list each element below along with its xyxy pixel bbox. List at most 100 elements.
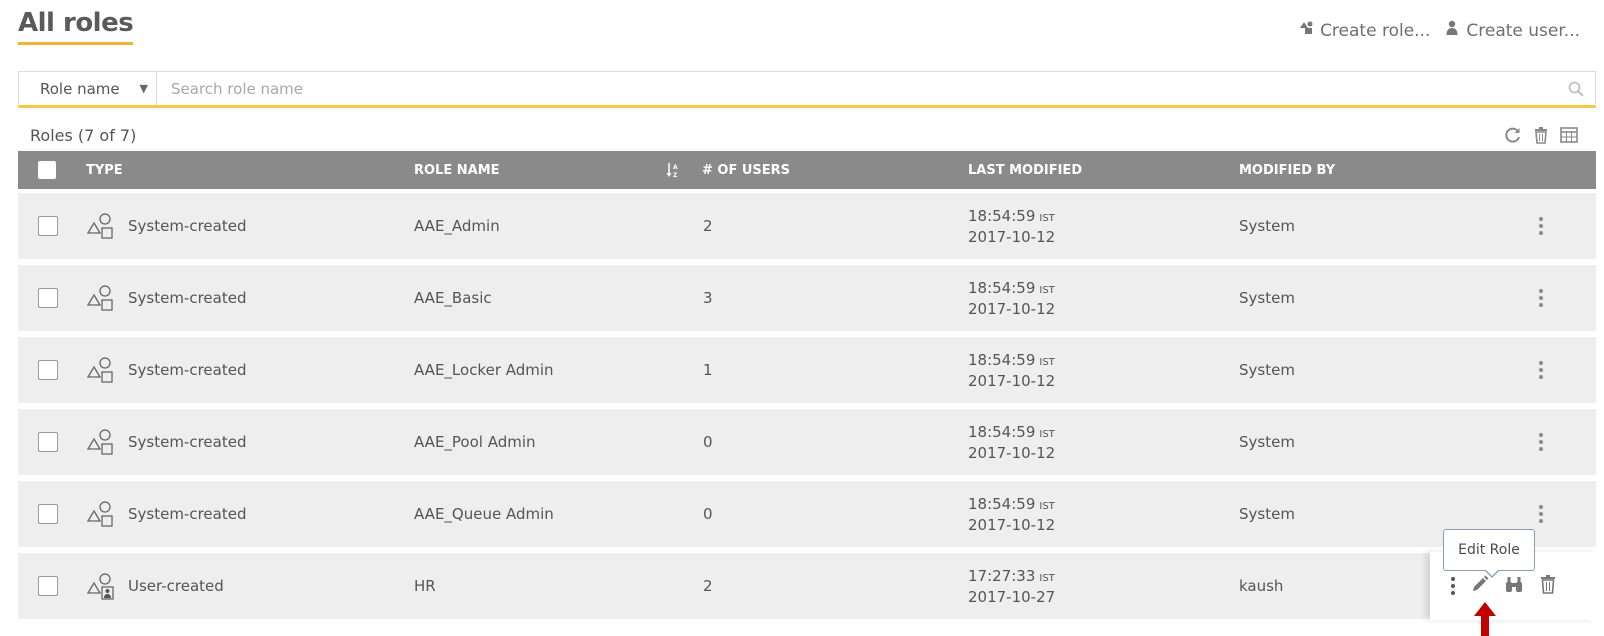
row-menu-icon[interactable] [1538,289,1544,307]
col-users[interactable]: # OF USERS [702,151,790,189]
create-user-link[interactable]: Create user... [1444,20,1580,41]
role-type: System-created [128,361,247,379]
modified-tz: IST [1039,428,1055,440]
col-type[interactable]: TYPE [86,151,123,189]
modified-time: 18:54:59 [968,206,1036,225]
last-modified: 18:54:59 IST 2017-10-12 [968,409,1055,475]
table-row[interactable]: System-created AAE_Pool Admin 0 18:54:59… [18,409,1596,475]
modified-time: 18:54:59 [968,494,1036,513]
modified-time: 18:54:59 [968,422,1036,441]
modified-by: System [1239,289,1295,307]
page-title: All roles [18,8,134,45]
user-count: 3 [703,289,713,307]
last-modified: 18:54:59 IST 2017-10-12 [968,265,1055,331]
refresh-icon[interactable] [1504,126,1522,144]
col-last-modified[interactable]: LAST MODIFIED [968,151,1082,189]
shapes-icon [86,193,116,259]
modified-tz: IST [1039,572,1055,584]
row-checkbox[interactable] [38,216,58,236]
table-header: TYPE ROLE NAME AZ # OF USERS LAST MODIFI… [18,151,1596,189]
row-menu-icon[interactable] [1538,217,1544,235]
role-name[interactable]: AAE_Pool Admin [414,409,536,475]
modified-tz: IST [1039,500,1055,512]
row-menu-icon[interactable] [1538,505,1544,523]
select-all-checkbox[interactable] [38,161,56,179]
modified-date: 2017-10-27 [968,587,1056,606]
search-icon[interactable] [1557,72,1595,105]
row-checkbox[interactable] [38,288,58,308]
role-type: System-created [128,217,247,235]
shapes-icon [86,265,116,331]
modified-tz: IST [1039,212,1055,224]
user-count: 0 [703,505,713,523]
last-modified: 18:54:59 IST 2017-10-12 [968,337,1055,403]
role-name[interactable]: AAE_Admin [414,193,500,259]
row-checkbox[interactable] [38,432,58,452]
role-type: User-created [128,577,224,595]
role-name[interactable]: AAE_Basic [414,265,492,331]
modified-by: System [1239,433,1295,451]
user-count: 0 [703,433,713,451]
table-row[interactable]: System-created AAE_Admin 2 18:54:59 IST 2… [18,193,1596,259]
roles-count: Roles (7 of 7) [30,126,137,145]
role-type: System-created [128,505,247,523]
svg-text:Z: Z [673,172,678,178]
roles-icon [1298,20,1314,41]
search-input[interactable] [157,72,1557,105]
search-bar: Role name ▼ [18,71,1596,108]
shapes-user-icon [86,553,116,619]
user-count: 2 [703,577,713,595]
role-name[interactable]: AAE_Queue Admin [414,481,554,547]
role-type: System-created [128,433,247,451]
modified-time: 18:54:59 [968,350,1036,369]
create-role-label: Create role... [1320,20,1431,41]
role-name[interactable]: AAE_Locker Admin [414,337,554,403]
modified-by: System [1239,217,1295,235]
row-menu-icon[interactable] [1538,433,1544,451]
last-modified: 18:54:59 IST 2017-10-12 [968,481,1055,547]
trash-icon[interactable] [1532,126,1550,144]
col-role-name[interactable]: ROLE NAME [414,151,500,189]
search-field-select[interactable]: Role name ▼ [19,72,157,105]
search-field-value: Role name [40,79,120,98]
sort-az-icon[interactable]: AZ [666,151,680,189]
table-row[interactable]: User-created HR 2 17:27:33 IST 2017-10-27… [18,553,1596,619]
modified-tz: IST [1039,356,1055,368]
role-name[interactable]: HR [414,553,436,619]
table-row[interactable]: System-created AAE_Locker Admin 1 18:54:… [18,337,1596,403]
caret-down-icon: ▼ [139,82,148,95]
svg-text:A: A [673,164,678,171]
top-actions: Create role... Create user... [1298,20,1580,41]
trash-icon[interactable] [1538,574,1558,598]
shapes-icon [86,337,116,403]
modified-by: kaush [1239,577,1284,595]
shapes-icon [86,481,116,547]
row-checkbox[interactable] [38,504,58,524]
role-type: System-created [128,289,247,307]
modified-date: 2017-10-12 [968,443,1056,462]
modified-by: System [1239,361,1295,379]
col-modified-by[interactable]: MODIFIED BY [1239,151,1335,189]
row-menu-icon[interactable] [1538,361,1544,379]
modified-date: 2017-10-12 [968,227,1056,246]
modified-time: 18:54:59 [968,278,1036,297]
last-modified: 18:54:59 IST 2017-10-12 [968,193,1055,259]
modified-date: 2017-10-12 [968,299,1056,318]
create-role-link[interactable]: Create role... [1298,20,1430,41]
arrow-up-icon [1474,602,1496,636]
columns-icon[interactable] [1560,126,1578,144]
row-menu-icon[interactable] [1450,577,1456,595]
edit-role-tooltip: Edit Role [1443,529,1535,578]
table-row[interactable]: System-created AAE_Basic 3 18:54:59 IST 2… [18,265,1596,331]
select-all-cell [38,151,56,189]
table-row[interactable]: System-created AAE_Queue Admin 0 18:54:5… [18,481,1596,547]
row-checkbox[interactable] [38,360,58,380]
create-user-label: Create user... [1466,20,1580,41]
modified-by: System [1239,505,1295,523]
user-count: 2 [703,217,713,235]
modified-tz: IST [1039,284,1055,296]
row-checkbox[interactable] [38,576,58,596]
last-modified: 17:27:33 IST 2017-10-27 [968,553,1055,619]
modified-time: 17:27:33 [968,566,1036,585]
binoculars-icon[interactable] [1504,574,1524,598]
